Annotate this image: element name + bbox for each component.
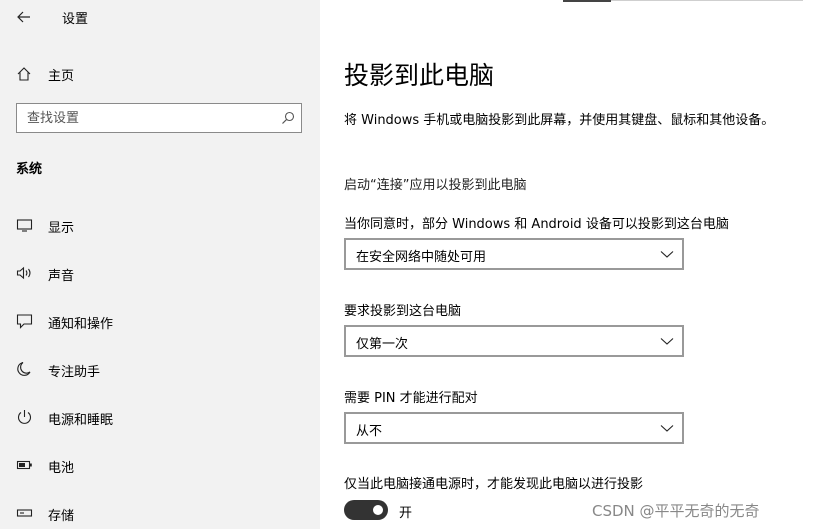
sidebar-item-storage[interactable]: 存储 [0,498,320,528]
ask-to-project-label: 要求投影到这台电脑 [344,304,462,319]
dropdown-value: 从不 [356,424,383,439]
sidebar-item-notifications[interactable]: 通知和操作 [0,306,320,336]
page-description: 将 Windows 手机或电脑投影到此屏幕，并使用其键盘、鼠标和其他设备。 [344,113,775,128]
sidebar-item-label: 存储 [48,509,75,524]
power-icon [17,410,32,424]
battery-icon [16,460,32,470]
app-title: 设置 [62,12,89,27]
back-button[interactable] [12,6,36,28]
top-divider [563,0,803,2]
sidebar-item-label: 显示 [48,221,75,236]
speaker-icon [16,266,31,280]
watermark: CSDN @平平无奇的无奇 [592,502,760,520]
home-icon [17,67,31,81]
sidebar: 设置 主页 系统 显示 声音 通知和操作 [0,0,320,529]
page-title: 投影到此电脑 [344,61,495,90]
sidebar-item-battery[interactable]: 电池 [0,450,320,480]
dropdown-value: 仅第一次 [356,337,409,352]
power-discovery-label: 仅当此电脑接通电源时，才能发现此电脑以进行投影 [344,477,644,492]
toggle-knob [373,505,383,515]
connect-app-link[interactable]: 启动“连接”应用以投影到此电脑 [344,174,526,193]
ask-to-project-dropdown[interactable]: 仅第一次 [344,325,684,357]
sidebar-section-title: 系统 [16,162,43,177]
search-input[interactable] [17,104,277,132]
chevron-down-icon [660,338,674,345]
toggle-state-label: 开 [399,506,413,521]
sidebar-item-label: 通知和操作 [48,317,114,332]
sidebar-item-label: 电源和睡眠 [48,413,114,428]
dropdown-value: 在安全网络中随处可用 [356,250,487,265]
sidebar-item-power-sleep[interactable]: 电源和睡眠 [0,402,320,432]
search-icon[interactable] [281,111,295,125]
monitor-icon [16,219,33,232]
back-arrow-icon [17,11,30,23]
availability-dropdown[interactable]: 在安全网络中随处可用 [344,238,684,270]
storage-icon [16,509,33,517]
moon-icon [17,361,31,376]
sidebar-item-display[interactable]: 显示 [0,210,320,240]
sidebar-item-focus-assist[interactable]: 专注助手 [0,354,320,384]
power-discovery-toggle[interactable] [344,500,388,520]
pin-pairing-label: 需要 PIN 才能进行配对 [344,391,478,406]
pin-pairing-dropdown[interactable]: 从不 [344,412,684,444]
notification-icon [16,314,33,329]
sidebar-item-label: 电池 [48,461,75,476]
sidebar-item-sound[interactable]: 声音 [0,258,320,288]
search-box[interactable] [16,103,302,133]
chevron-down-icon [660,251,674,258]
availability-label: 当你同意时，部分 Windows 和 Android 设备可以投影到这台电脑 [344,217,729,232]
sidebar-item-label: 主页 [48,69,75,84]
sidebar-item-home[interactable]: 主页 [0,60,320,88]
sidebar-item-label: 专注助手 [48,365,101,380]
sidebar-item-label: 声音 [48,269,75,284]
chevron-down-icon [660,425,674,432]
